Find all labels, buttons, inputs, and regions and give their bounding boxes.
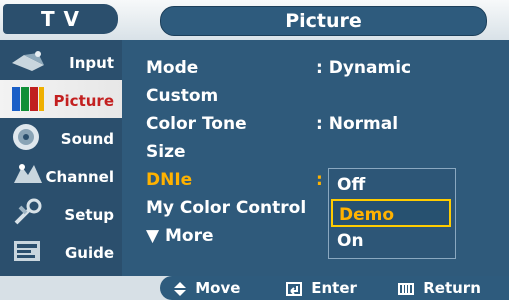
menu-item-custom[interactable]: Custom: [146, 82, 218, 110]
menu-item-dnie[interactable]: DNIe: [146, 166, 192, 194]
dnie-option-off[interactable]: Off: [331, 171, 451, 199]
menu-item-size[interactable]: Size: [146, 138, 186, 166]
channel-icon: [14, 164, 42, 183]
sidebar-item-label: Setup: [64, 206, 114, 224]
footer-enter-label: Enter: [311, 279, 357, 297]
menu-value-dnie-colon: :: [316, 170, 323, 190]
sidebar-item-label: Guide: [64, 244, 114, 262]
sidebar-item-guide[interactable]: Guide: [0, 232, 122, 270]
picture-menu-panel: Mode : Dynamic Custom Color Tone : Norma…: [122, 40, 509, 276]
menu-value-color-tone: : Normal: [316, 114, 399, 134]
footer-enter: Enter: [286, 276, 357, 300]
footer-move-label: Move: [195, 279, 241, 297]
guide-icon: [14, 241, 40, 261]
menu-item-mode[interactable]: Mode: [146, 54, 198, 82]
tv-label: T V: [3, 4, 118, 34]
setup-icon: [14, 198, 42, 225]
sidebar-item-label: Channel: [45, 168, 114, 186]
footer-move: Move: [174, 276, 240, 300]
footer-bar: Move Enter Return: [160, 276, 509, 300]
dnie-option-demo[interactable]: Demo: [331, 199, 451, 227]
sidebar-item-label: Input: [69, 54, 114, 72]
tv-osd-screen: T V Picture Input Picture Sound Channel …: [0, 0, 509, 300]
input-icon: [12, 51, 44, 71]
sidebar-item-sound[interactable]: Sound: [0, 118, 122, 156]
return-icon: [398, 282, 414, 295]
footer: Move Enter Return: [0, 276, 509, 300]
sidebar: Input Picture Sound Channel Setup Guide: [0, 40, 122, 276]
dnie-option-on[interactable]: On: [331, 227, 451, 255]
menu-item-more[interactable]: ▼ More: [146, 222, 214, 250]
sidebar-item-label: Picture: [53, 92, 114, 110]
menu-item-color-tone[interactable]: Color Tone: [146, 110, 247, 138]
footer-return-label: Return: [423, 279, 481, 297]
sidebar-item-channel[interactable]: Channel: [0, 156, 122, 194]
sidebar-item-label: Sound: [60, 130, 114, 148]
menu-item-my-color-control[interactable]: My Color Control: [146, 194, 306, 222]
sidebar-item-picture[interactable]: Picture: [0, 80, 122, 118]
menu-title: Picture: [160, 6, 487, 36]
header: T V Picture: [0, 0, 509, 40]
up-down-arrow-icon: [174, 281, 186, 296]
sidebar-item-input[interactable]: Input: [0, 42, 122, 80]
picture-icon: [12, 87, 44, 111]
enter-icon: [286, 281, 302, 296]
menu-value-mode: : Dynamic: [316, 58, 412, 78]
dnie-dropdown[interactable]: Off Demo On: [328, 168, 456, 259]
sound-icon: [13, 124, 39, 150]
footer-return: Return: [398, 276, 481, 300]
sidebar-item-setup[interactable]: Setup: [0, 194, 122, 232]
